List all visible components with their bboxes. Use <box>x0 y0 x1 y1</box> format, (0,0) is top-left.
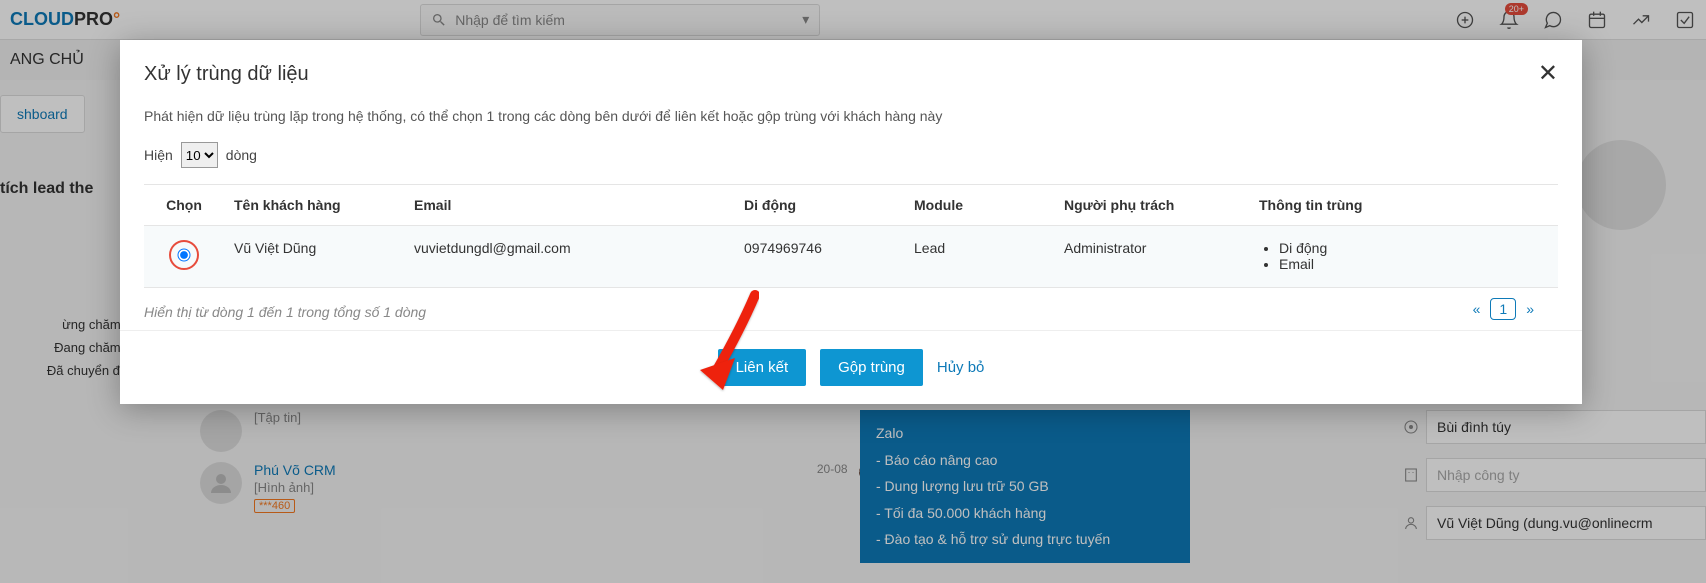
table-row[interactable]: Vũ Việt Dũng vuvietdungdl@gmail.com 0974… <box>144 226 1558 288</box>
modal-title: Xử lý trùng dữ liệu <box>144 63 309 86</box>
cancel-button[interactable]: Hủy bỏ <box>937 359 985 376</box>
duplicate-table: Chọn Tên khách hàng Email Di động Module… <box>144 184 1558 288</box>
col-mobile: Di động <box>734 185 904 226</box>
cell-owner: Administrator <box>1054 226 1249 288</box>
cell-name: Vũ Việt Dũng <box>224 226 404 288</box>
col-name: Tên khách hàng <box>224 185 404 226</box>
link-button[interactable]: Liên kết <box>718 349 807 386</box>
cell-email: vuvietdungdl@gmail.com <box>404 226 734 288</box>
merge-button[interactable]: Gộp trùng <box>820 349 923 386</box>
page-size-select[interactable]: 10 <box>181 142 218 168</box>
duplicate-modal: Xử lý trùng dữ liệu ✕ Phát hiện dữ liệu … <box>120 40 1582 404</box>
col-select: Chọn <box>144 185 224 226</box>
close-icon[interactable]: ✕ <box>1538 62 1558 86</box>
show-post-label: dòng <box>226 147 257 163</box>
col-module: Module <box>904 185 1054 226</box>
modal-description: Phát hiện dữ liệu trùng lặp trong hệ thố… <box>144 108 1558 124</box>
show-pre-label: Hiện <box>144 147 173 163</box>
col-email: Email <box>404 185 734 226</box>
cell-mobile: 0974969746 <box>734 226 904 288</box>
pager-current[interactable]: 1 <box>1490 298 1516 320</box>
cell-module: Lead <box>904 226 1054 288</box>
cell-dupeinfo: Di động Email <box>1249 226 1558 288</box>
row-radio[interactable] <box>169 240 199 270</box>
showing-label: Hiển thị từ dòng 1 đến 1 trong tổng số 1… <box>144 304 1558 320</box>
pager-prev[interactable]: « <box>1473 301 1481 317</box>
col-dupeinfo: Thông tin trùng <box>1249 185 1558 226</box>
col-owner: Người phụ trách <box>1054 185 1249 226</box>
pager-next[interactable]: » <box>1526 301 1534 317</box>
